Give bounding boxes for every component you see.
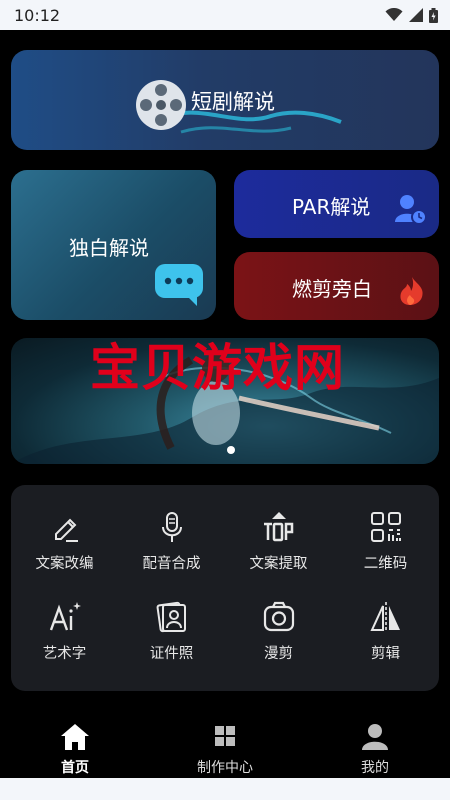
tools-panel: 文案改编 配音合成 文案提取 二维码 艺术字 证件照 漫剪 剪辑	[11, 485, 439, 691]
mirror-icon	[369, 602, 400, 632]
tool-label: 漫剪	[264, 646, 293, 662]
tool-voice-synthesis[interactable]: 配音合成	[118, 510, 225, 573]
chat-bubble-icon	[155, 264, 203, 306]
burn-narration-card[interactable]: 燃剪旁白	[234, 252, 439, 320]
pencil-icon	[54, 518, 78, 542]
tab-label: 首页	[61, 760, 89, 776]
tab-production-center[interactable]: 制作中心	[150, 723, 300, 777]
tab-me[interactable]: 我的	[300, 723, 450, 777]
tab-label: 制作中心	[197, 760, 253, 776]
ai-sparkle-icon	[49, 602, 81, 631]
tool-label: 配音合成	[142, 556, 201, 572]
par-commentary-card[interactable]: PAR解说	[234, 170, 439, 238]
system-nav-bar	[0, 778, 450, 800]
monologue-title: 独白解说	[69, 236, 149, 260]
tool-label: 文案提取	[249, 556, 308, 572]
par-title: PAR解说	[292, 195, 371, 219]
home-icon	[61, 724, 89, 750]
bottom-tab-bar: 首页 制作中心 我的	[0, 715, 450, 778]
flame-icon	[400, 277, 423, 305]
tool-label: 剪辑	[371, 646, 400, 662]
tool-art-text[interactable]: 艺术字	[11, 600, 118, 663]
grid-icon	[215, 726, 235, 746]
id-photo-icon	[156, 601, 186, 633]
status-bar: 10:12	[0, 0, 450, 30]
carousel-indicator[interactable]	[227, 446, 235, 454]
short-drama-commentary-card[interactable]: 短剧解说	[11, 50, 439, 150]
battery-icon	[429, 7, 438, 23]
microphone-icon	[161, 512, 182, 542]
tool-qr-code[interactable]: 二维码	[332, 510, 439, 573]
status-icons	[385, 7, 438, 23]
tool-label: 艺术字	[42, 646, 87, 662]
burn-title: 燃剪旁白	[292, 277, 372, 301]
status-time: 10:12	[14, 6, 61, 25]
signal-icon	[409, 8, 423, 22]
qr-code-icon	[370, 512, 401, 542]
tool-label: 二维码	[363, 556, 408, 572]
app-content: 短剧解说 独白解说 PAR解说 燃剪旁白 宝贝游戏网 文案改编 配音合成 文案提…	[0, 30, 450, 778]
user-clock-icon	[395, 195, 427, 225]
tool-comic-cut[interactable]: 漫剪	[225, 600, 332, 663]
tool-copy-extract[interactable]: 文案提取	[225, 510, 332, 573]
wifi-icon	[385, 8, 403, 21]
tool-label: 证件照	[149, 646, 194, 662]
watermark-text: 宝贝游戏网	[90, 338, 345, 397]
tool-id-photo[interactable]: 证件照	[118, 600, 225, 663]
tool-label: 文案改编	[35, 556, 94, 572]
hero-title: 短剧解说	[191, 90, 275, 114]
monologue-commentary-card[interactable]: 独白解说	[11, 170, 216, 320]
tab-home[interactable]: 首页	[0, 723, 150, 777]
tool-edit[interactable]: 剪辑	[332, 600, 439, 663]
tool-copy-rewrite[interactable]: 文案改编	[11, 510, 118, 573]
tab-label: 我的	[361, 760, 389, 776]
camera-icon	[263, 601, 294, 632]
user-icon	[362, 724, 388, 750]
top-icon	[263, 512, 293, 542]
